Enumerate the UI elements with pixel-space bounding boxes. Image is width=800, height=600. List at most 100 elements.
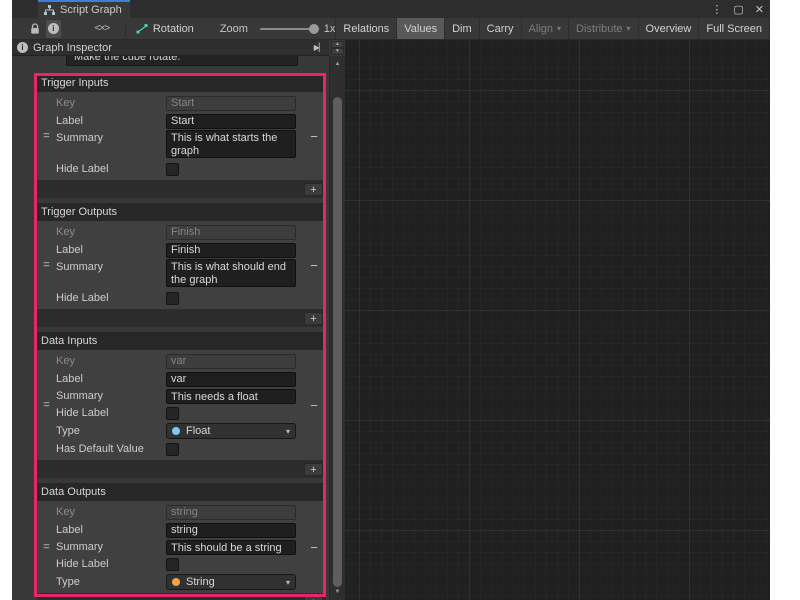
port-fields: Key string Label Summary This should be … — [56, 501, 302, 593]
lock-icon[interactable] — [30, 20, 40, 38]
add-item-button[interactable]: + — [304, 183, 323, 196]
hide-label-checkbox[interactable] — [166, 558, 179, 571]
label-input[interactable] — [166, 114, 296, 129]
spinner-up-icon[interactable]: ▲ — [331, 41, 344, 48]
tab-bar: Script Graph ⋮ ▢ ✕ — [12, 0, 770, 18]
port-item: = Key Finish Label Summary T — [37, 221, 326, 309]
summary-label: Summary — [56, 390, 166, 402]
port-fields: Key var Label Summary This needs a float — [56, 350, 302, 460]
drag-handle[interactable]: = — [37, 501, 56, 593]
hide-label-label: Hide Label — [56, 292, 166, 304]
section-data-inputs: Data Inputs = Key var Label — [37, 332, 326, 483]
summary-label: Summary — [56, 259, 166, 273]
remove-item-button[interactable]: − — [310, 399, 318, 412]
type-dropdown[interactable]: Float ▾ — [166, 423, 296, 439]
values-button[interactable]: Values — [396, 18, 444, 39]
drag-handle[interactable]: = — [37, 221, 56, 309]
has-default-row: Has Default Value — [56, 440, 302, 458]
remove-item-button[interactable]: − — [310, 130, 318, 143]
code-preview-icon[interactable]: <×> — [95, 23, 110, 34]
hide-label-checkbox[interactable] — [166, 163, 179, 176]
zoom-slider[interactable] — [260, 24, 316, 34]
graph-canvas[interactable] — [345, 40, 770, 600]
section-title: Data Inputs — [37, 332, 326, 350]
relations-button[interactable]: Relations — [335, 18, 396, 39]
close-icon[interactable]: ✕ — [755, 3, 764, 16]
label-input[interactable] — [166, 243, 296, 258]
port-fields: Key Start Label Summary This is what sta… — [56, 92, 302, 180]
add-item-button[interactable]: + — [304, 463, 323, 476]
port-sections: Trigger Inputs = Key Start Label — [37, 74, 326, 600]
panel-spinner: ▲ ▼ — [331, 41, 344, 55]
label-input[interactable] — [166, 372, 296, 387]
section-footer: + — [37, 180, 326, 198]
type-value: Float — [186, 425, 210, 437]
scroll-up-icon[interactable]: ▲ — [330, 58, 345, 70]
toolbar-toggle-group: Relations Values Dim Carry Align ▾ Distr… — [335, 18, 770, 39]
key-row: Key Finish — [56, 223, 302, 241]
key-label: Key — [56, 506, 166, 518]
add-item-button[interactable]: + — [304, 596, 323, 600]
fullscreen-button[interactable]: Full Screen — [698, 18, 770, 39]
distribute-dropdown[interactable]: Distribute ▾ — [568, 18, 637, 39]
spinner-down-icon[interactable]: ▼ — [331, 48, 344, 55]
type-label: Type — [56, 576, 166, 588]
float-type-icon — [172, 427, 180, 435]
summary-row: Summary This is what starts the graph — [56, 130, 302, 160]
key-input: string — [166, 505, 296, 520]
section-trigger-outputs: Trigger Outputs = Key Finish Label — [37, 203, 326, 332]
remove-item-button[interactable]: − — [310, 541, 318, 554]
hide-label-checkbox[interactable] — [166, 407, 179, 420]
graph-summary-clipped[interactable]: Make the cube rotate. — [66, 56, 298, 66]
carry-button[interactable]: Carry — [479, 18, 521, 39]
section-trigger-inputs: Trigger Inputs = Key Start Label — [37, 74, 326, 203]
remove-gutter: − — [302, 350, 326, 460]
string-type-icon — [172, 578, 180, 586]
summary-input[interactable]: This is what should end the graph — [166, 259, 296, 287]
maximize-icon[interactable]: ▢ — [733, 3, 743, 16]
scroll-down-icon[interactable]: ▼ — [330, 586, 345, 598]
hide-label-row: Hide Label — [56, 160, 302, 178]
overview-button[interactable]: Overview — [638, 18, 699, 39]
port-item: = Key Start Label Summary Th — [37, 92, 326, 180]
dim-button[interactable]: Dim — [444, 18, 479, 39]
label-input[interactable] — [166, 523, 296, 538]
chevron-down-icon: ▾ — [286, 578, 290, 587]
inspector-toggle-button[interactable]: i — [46, 20, 61, 38]
window-menu-icon[interactable]: ⋮ — [711, 3, 722, 16]
section-footer: + — [37, 460, 326, 478]
hide-label-checkbox[interactable] — [166, 292, 179, 305]
chevron-down-icon: ▾ — [627, 24, 631, 33]
graph-toolbar: i <×> Rotation Zoom 1x Relations Values … — [12, 18, 770, 40]
summary-input[interactable]: This is what starts the graph — [166, 130, 296, 158]
has-default-checkbox[interactable] — [166, 443, 179, 456]
drag-handle[interactable]: = — [37, 92, 56, 180]
label-label: Label — [56, 244, 166, 256]
summary-input[interactable]: This needs a float — [166, 389, 296, 404]
port-item: = Key var Label Summary This — [37, 350, 326, 460]
toolbar-separator — [125, 22, 126, 36]
scrollbar-thumb[interactable] — [333, 97, 342, 587]
script-graph-icon — [44, 5, 55, 15]
type-dropdown[interactable]: String ▾ — [166, 574, 296, 590]
remove-item-button[interactable]: − — [310, 259, 318, 272]
tab-script-graph[interactable]: Script Graph — [38, 0, 130, 18]
add-item-button[interactable]: + — [304, 312, 323, 325]
drag-handle[interactable]: = — [37, 350, 56, 460]
align-dropdown[interactable]: Align ▾ — [521, 18, 568, 39]
tab-title: Script Graph — [60, 4, 122, 16]
type-row: Type Float ▾ — [56, 422, 302, 440]
section-title: Trigger Outputs — [37, 203, 326, 221]
summary-row: Summary This should be a string — [56, 539, 302, 555]
summary-input[interactable]: This should be a string — [166, 540, 296, 555]
hide-label-row: Hide Label — [56, 555, 302, 573]
section-data-outputs: Data Outputs = Key string Label — [37, 483, 326, 600]
port-fields: Key Finish Label Summary This is what sh… — [56, 221, 302, 309]
hide-label-label: Hide Label — [56, 407, 166, 419]
pin-panel-icon[interactable]: ▶▏ — [314, 43, 324, 52]
inspector-scrollbar[interactable]: ▲ ▼ — [329, 56, 345, 600]
zoom-slider-thumb[interactable] — [309, 24, 319, 34]
align-label: Align — [529, 23, 553, 35]
section-footer: + — [37, 593, 326, 600]
rotation-button[interactable]: Rotation — [136, 23, 194, 35]
